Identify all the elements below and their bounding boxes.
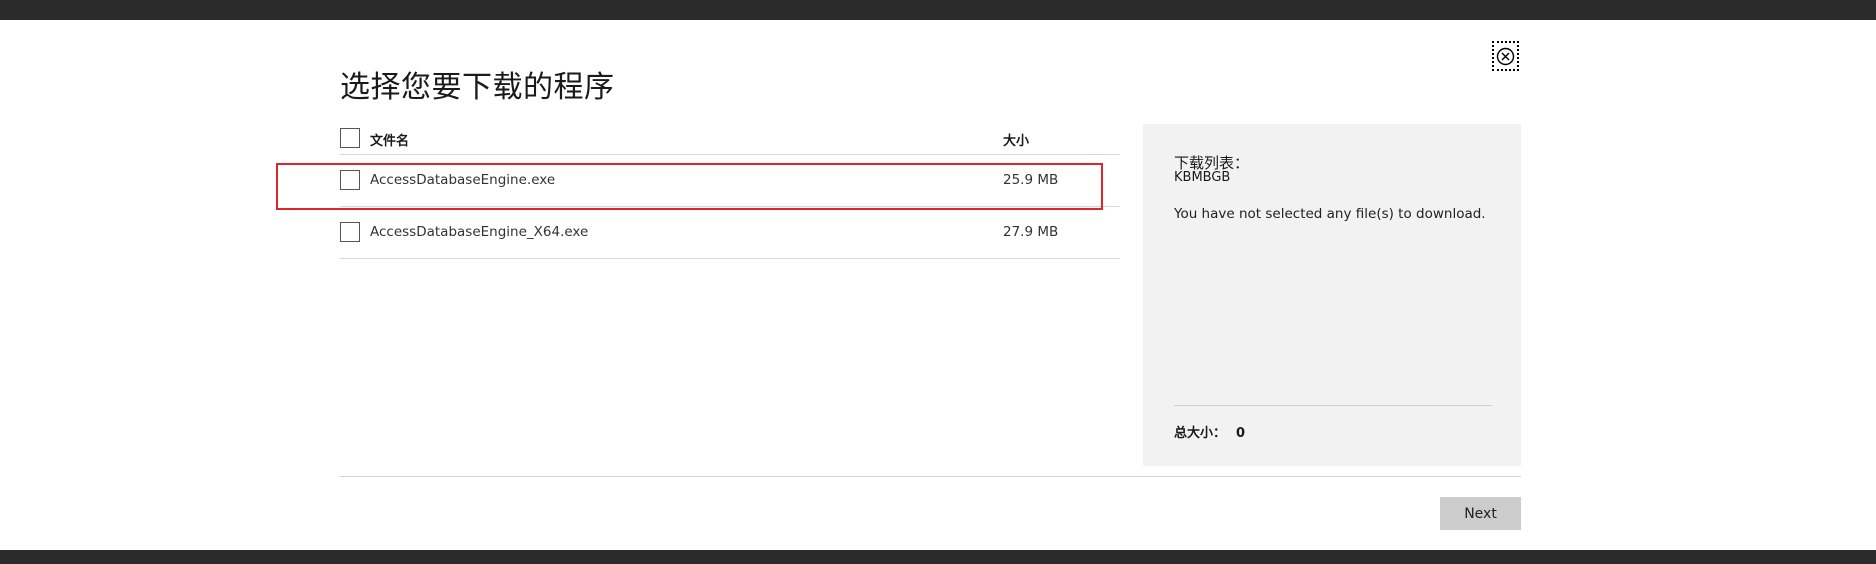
close-circle-icon (1496, 47, 1515, 66)
file-name: AccessDatabaseEngine_X64.exe (370, 224, 589, 240)
total-size-value: 0 (1236, 426, 1246, 441)
select-all-checkbox[interactable] (340, 128, 360, 148)
page-title: 选择您要下载的程序 (340, 70, 615, 105)
file-size: 25.9 MB (1003, 172, 1059, 188)
bottom-window-bar (0, 550, 1876, 564)
download-list-panel: 下载列表： KBMBGB You have not selected any f… (1143, 124, 1521, 466)
table-row[interactable]: AccessDatabaseEngine_X64.exe 27.9 MB (340, 207, 1120, 259)
file-checkbox[interactable] (340, 222, 360, 242)
top-window-bar (0, 0, 1876, 20)
column-header-name: 文件名 (370, 134, 410, 149)
download-dialog (0, 20, 1876, 550)
panel-subtitle: KBMBGB (1174, 170, 1231, 185)
file-name: AccessDatabaseEngine.exe (370, 172, 556, 188)
file-table: 文件名 大小 AccessDatabaseEngine.exe 25.9 MB … (340, 124, 1120, 259)
total-size-label: 总大小： (1174, 426, 1227, 441)
selection-message: You have not selected any file(s) to dow… (1174, 206, 1486, 222)
column-header-size: 大小 (1003, 134, 1030, 149)
close-button[interactable] (1492, 41, 1519, 71)
table-header-row: 文件名 大小 (340, 124, 1120, 155)
file-size: 27.9 MB (1003, 224, 1059, 240)
panel-divider (1174, 405, 1492, 406)
table-row[interactable]: AccessDatabaseEngine.exe 25.9 MB (340, 155, 1120, 207)
next-button[interactable]: Next (1440, 497, 1521, 530)
footer-divider (340, 476, 1521, 477)
total-size: 总大小： 0 (1174, 422, 1245, 441)
file-checkbox[interactable] (340, 170, 360, 190)
